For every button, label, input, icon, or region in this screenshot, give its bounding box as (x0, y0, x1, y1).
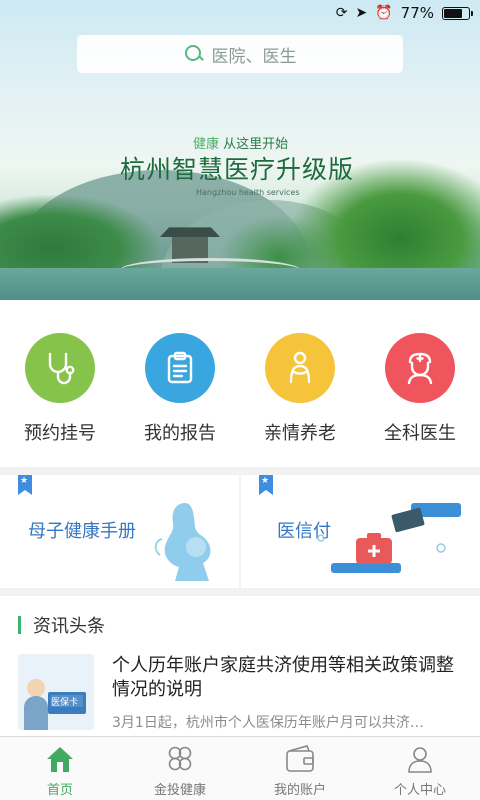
quick-menu-appointment[interactable]: 预约挂号 (10, 333, 110, 467)
quick-menu-label: 我的报告 (144, 423, 216, 444)
banner-subtitle: Hangzhou health services (196, 188, 300, 197)
card-medical-pay[interactable]: 医信付 (241, 475, 480, 588)
rotation-lock-icon: ⟳ (335, 5, 348, 21)
feature-cards: 母子健康手册 医信付 (0, 475, 480, 588)
search-input[interactable]: 医院、医生 (77, 35, 403, 73)
battery-percent: 77% (400, 4, 434, 22)
alarm-icon: ⏰ (375, 5, 393, 21)
battery-icon (442, 6, 473, 20)
thumb-card-label: 医保卡 (51, 698, 79, 708)
elder-care-icon (265, 333, 335, 403)
tab-health[interactable]: 金投健康 (120, 737, 240, 800)
location-arrow-icon: ➤ (355, 5, 368, 21)
news-body: 个人历年账户家庭共济使用等相关政策调整情况的说明 3月1日起，杭州市个人医保历年… (112, 654, 462, 732)
payment-illustration (317, 503, 461, 573)
tab-label: 首页 (46, 783, 73, 798)
bookmark-icon (259, 475, 273, 495)
tab-label: 金投健康 (153, 783, 206, 798)
doctor-icon (385, 333, 455, 403)
clipboard-icon (145, 333, 215, 403)
lake-graphic (0, 268, 480, 300)
clover-icon (168, 746, 192, 771)
tab-account[interactable]: 我的账户 (240, 737, 360, 800)
news-description: 3月1日起，杭州市个人医保历年账户月可以共济… (112, 715, 424, 731)
tab-bar: 首页 金投健康 我的账户 个人中心 (0, 736, 480, 800)
home-icon (47, 747, 73, 772)
section-accent-bar (18, 616, 21, 634)
quick-menu-label: 预约挂号 (24, 423, 96, 444)
status-bar: ⟳ ➤ ⏰ 77% (0, 0, 480, 26)
quick-menu-elder-care[interactable]: 亲情养老 (250, 333, 350, 467)
banner-title: 杭州智慧医疗升级版 (120, 155, 355, 184)
tab-label: 我的账户 (273, 783, 326, 798)
tab-home[interactable]: 首页 (0, 737, 120, 800)
battery-fill (444, 8, 463, 18)
quick-menu-label: 全科医生 (384, 423, 456, 444)
card-maternal-health[interactable]: 母子健康手册 (0, 475, 239, 588)
news-title: 个人历年账户家庭共济使用等相关政策调整情况的说明 (112, 655, 454, 700)
wallet-icon (286, 745, 314, 772)
news-heading: 资讯头条 (33, 616, 105, 637)
news-item[interactable]: 医保卡 个人历年账户家庭共济使用等相关政策调整情况的说明 3月1日起，杭州市个人… (0, 654, 480, 732)
quick-menu-general-doctor[interactable]: 全科医生 (370, 333, 470, 467)
news-section: 资讯头条 医保卡 个人历年账户家庭共济使用等相关政策调整情况的说明 3月1日起，… (0, 596, 480, 736)
stethoscope-icon (25, 333, 95, 403)
search-placeholder: 医院、医生 (211, 46, 297, 67)
search-icon (184, 44, 204, 64)
quick-menu: 预约挂号 我的报告 亲情养老 全科医生 (0, 300, 480, 467)
news-thumbnail: 医保卡 (18, 654, 94, 730)
news-header: 资讯头条 (0, 596, 480, 654)
tab-profile[interactable]: 个人中心 (360, 737, 480, 800)
quick-menu-report[interactable]: 我的报告 (130, 333, 230, 467)
person-icon (408, 747, 432, 773)
tab-label: 个人中心 (393, 783, 446, 798)
bookmark-icon (18, 475, 32, 495)
card-title: 母子健康手册 (28, 521, 136, 542)
mother-child-illustration (154, 503, 211, 581)
quick-menu-label: 亲情养老 (264, 423, 336, 444)
